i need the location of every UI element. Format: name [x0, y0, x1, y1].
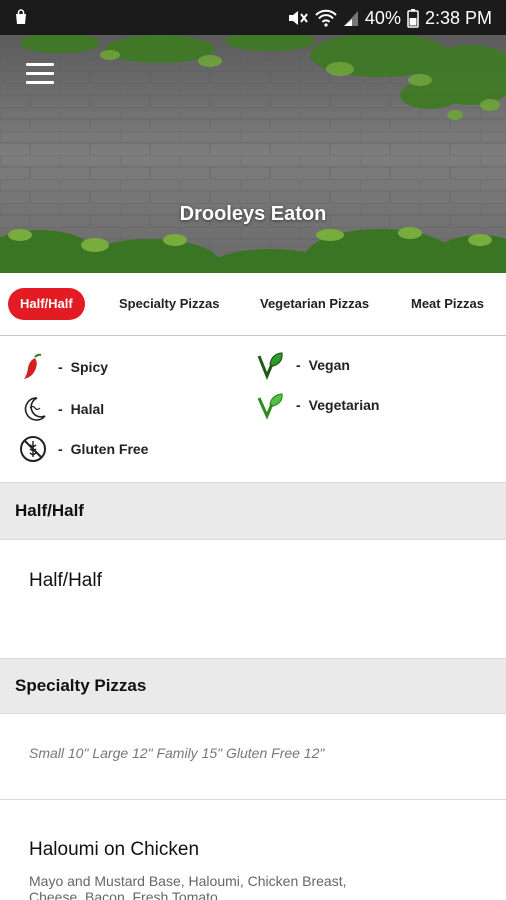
size-note: Small 10" Large 12" Family 15" Gluten Fr… [29, 745, 325, 761]
halal-icon [24, 397, 46, 421]
tab-vegetarian-pizzas[interactable]: Vegetarian Pizzas [260, 288, 369, 320]
legend-vegan-label: Vegan [308, 357, 350, 373]
category-tabs: Half/Half Specialty Pizzas Vegetarian Pi… [0, 273, 506, 336]
shopping-bag-icon [16, 9, 26, 24]
clock: 2:38 PM [424, 7, 492, 28]
tab-specialty-pizzas[interactable]: Specialty Pizzas [119, 288, 219, 320]
legend-gluten-free-label: Gluten Free [70, 441, 149, 457]
vegetarian-leaf-icon [257, 393, 283, 420]
chili-pepper-icon [24, 353, 42, 379]
menu-item-haloumi-on-chicken[interactable]: Haloumi on Chicken [29, 839, 199, 861]
section-header-specialty-pizzas: Specialty Pizzas [0, 658, 506, 714]
menu-item-description: Mayo and Mustard Base, Haloumi, Chicken … [29, 873, 347, 900]
legend-halal-label: Halal [70, 401, 105, 417]
brick-wall-leaves-image [0, 35, 506, 273]
legend-vegetarian: - Vegetarian [256, 390, 380, 420]
legend-halal: - Halal [18, 394, 104, 424]
signal-icon [343, 11, 358, 26]
battery-icon [407, 9, 419, 28]
wifi-icon [315, 9, 337, 27]
legend-vegetarian-label: Vegetarian [308, 397, 380, 413]
gluten-free-icon [20, 436, 46, 462]
tab-meat-pizzas[interactable]: Meat Pizzas [411, 288, 484, 320]
section-header-half-half: Half/Half [0, 482, 506, 540]
legend-spicy-label: Spicy [70, 359, 109, 375]
legend-gluten-free: - Gluten Free [18, 434, 148, 464]
restaurant-name: Drooleys Eaton [179, 203, 327, 225]
status-icons: 40% 2:38 PM [287, 6, 492, 30]
status-bar: 40% 2:38 PM [0, 0, 506, 35]
legend-spicy: - Spicy [18, 352, 108, 382]
menu-item-half-half[interactable]: Half/Half [29, 570, 102, 592]
mute-icon [288, 11, 308, 25]
tab-half-half[interactable]: Half/Half [8, 288, 85, 320]
battery-percent: 40% [364, 7, 401, 28]
divider [0, 799, 506, 800]
legend-vegan: - Vegan [256, 350, 350, 380]
menu-icon[interactable] [26, 63, 54, 85]
dietary-legend: - Spicy - Halal - Gluten Free - Vegan - [0, 336, 506, 482]
vegan-leaf-icon [257, 352, 283, 380]
hero-header: Drooleys Eaton [0, 35, 506, 273]
